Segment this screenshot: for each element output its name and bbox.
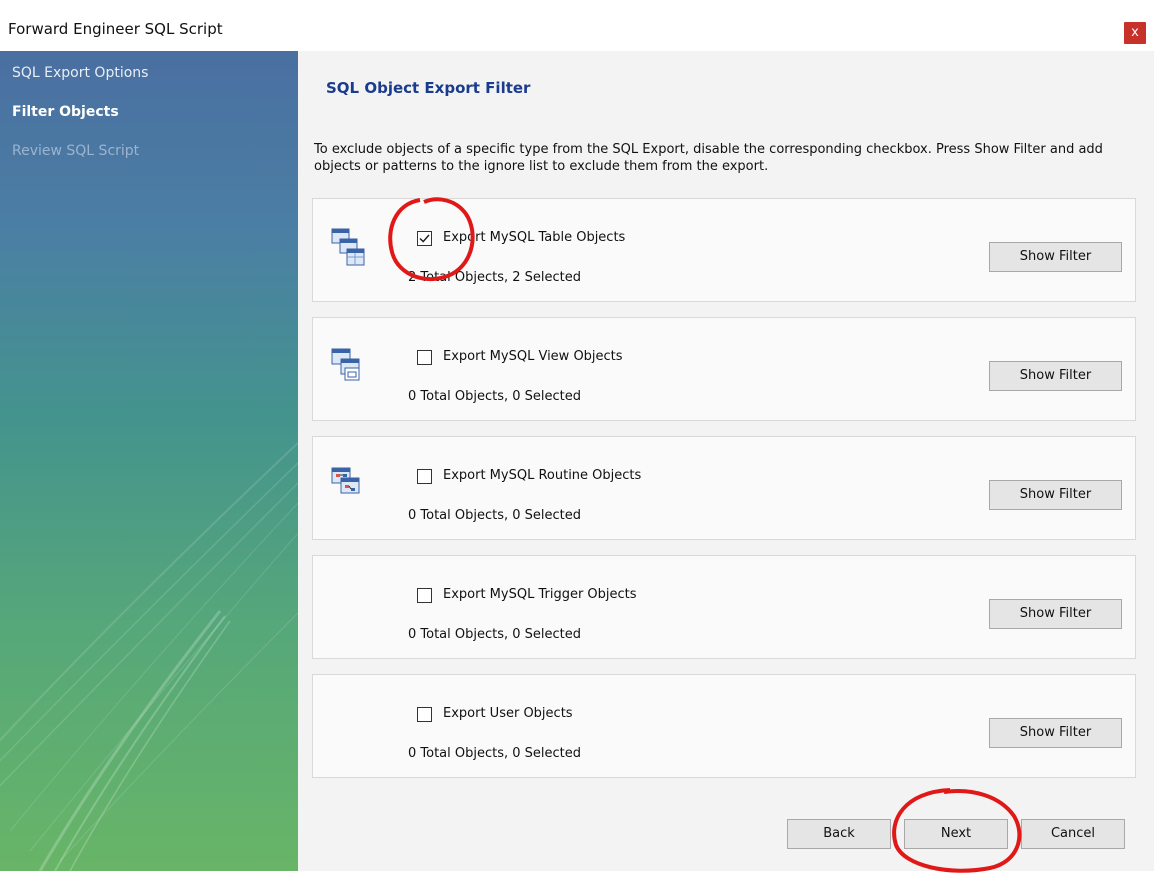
export-users-label: Export User Objects bbox=[443, 706, 573, 721]
export-routines-checkbox[interactable] bbox=[417, 469, 432, 484]
sidebar-step-review-sql-script: Review SQL Script bbox=[12, 143, 140, 159]
table-objects-icon bbox=[331, 227, 365, 267]
show-filter-views-button[interactable]: Show Filter bbox=[989, 361, 1122, 391]
close-button[interactable]: x bbox=[1124, 22, 1146, 44]
filter-panel-routine: Export MySQL Routine Objects 0 Total Obj… bbox=[312, 436, 1136, 540]
sidebar-step-filter-objects: Filter Objects bbox=[12, 104, 119, 120]
show-filter-tables-button[interactable]: Show Filter bbox=[989, 242, 1122, 272]
filter-panel-user: Export User Objects 0 Total Objects, 0 S… bbox=[312, 674, 1136, 778]
routines-count: 0 Total Objects, 0 Selected bbox=[408, 508, 582, 523]
export-triggers-label: Export MySQL Trigger Objects bbox=[443, 587, 637, 602]
wizard-sidebar: SQL Export Options Filter Objects Review… bbox=[0, 51, 298, 871]
show-filter-users-button[interactable]: Show Filter bbox=[989, 718, 1122, 748]
page-heading: SQL Object Export Filter bbox=[326, 79, 531, 97]
title-bar: Forward Engineer SQL Script x bbox=[0, 0, 1154, 50]
filter-description: To exclude objects of a specific type fr… bbox=[314, 142, 1103, 174]
export-tables-checkbox[interactable] bbox=[417, 231, 432, 246]
sidebar-step-sql-export-options: SQL Export Options bbox=[12, 65, 149, 81]
export-routines-label: Export MySQL Routine Objects bbox=[443, 468, 642, 483]
users-count: 0 Total Objects, 0 Selected bbox=[408, 746, 582, 761]
tables-count: 2 Total Objects, 2 Selected bbox=[408, 270, 582, 285]
next-button[interactable]: Next bbox=[904, 819, 1008, 849]
sidebar-decoration bbox=[0, 441, 298, 871]
routine-objects-icon bbox=[331, 465, 365, 505]
export-views-label: Export MySQL View Objects bbox=[443, 349, 623, 364]
triggers-count: 0 Total Objects, 0 Selected bbox=[408, 627, 582, 642]
filter-panel-view: Export MySQL View Objects 0 Total Object… bbox=[312, 317, 1136, 421]
export-users-checkbox[interactable] bbox=[417, 707, 432, 722]
views-count: 0 Total Objects, 0 Selected bbox=[408, 389, 582, 404]
filter-panel-table: Export MySQL Table Objects 2 Total Objec… bbox=[312, 198, 1136, 302]
export-views-checkbox[interactable] bbox=[417, 350, 432, 365]
cancel-button[interactable]: Cancel bbox=[1021, 819, 1125, 849]
view-objects-icon bbox=[331, 346, 365, 386]
window-title: Forward Engineer SQL Script bbox=[8, 20, 223, 38]
show-filter-routines-button[interactable]: Show Filter bbox=[989, 480, 1122, 510]
filter-panel-trigger: Export MySQL Trigger Objects 0 Total Obj… bbox=[312, 555, 1136, 659]
main-content: SQL Object Export Filter To exclude obje… bbox=[298, 51, 1154, 871]
export-tables-label: Export MySQL Table Objects bbox=[443, 230, 626, 245]
show-filter-triggers-button[interactable]: Show Filter bbox=[989, 599, 1122, 629]
back-button[interactable]: Back bbox=[787, 819, 891, 849]
export-triggers-checkbox[interactable] bbox=[417, 588, 432, 603]
